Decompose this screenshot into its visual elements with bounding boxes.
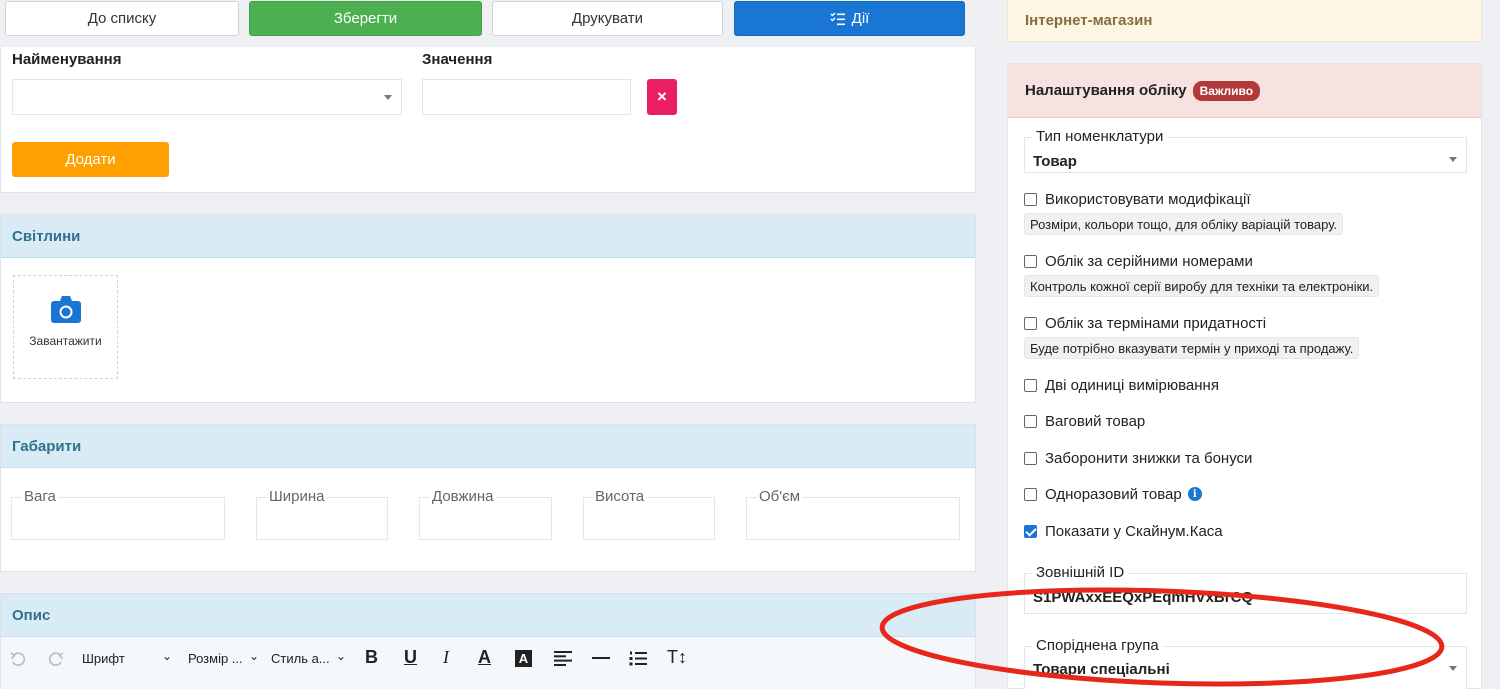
online-store-panel-title[interactable]: Інтернет-магазин [1007, 0, 1482, 42]
dimensions-title: Габарити [1, 425, 975, 468]
chevron-down-icon [384, 95, 392, 100]
camera-icon [51, 296, 81, 323]
photos-title: Світлини [1, 215, 975, 258]
underline-icon[interactable]: U [404, 647, 417, 668]
highlight-color-icon[interactable]: A [515, 650, 532, 667]
chevron-down-icon [1449, 157, 1457, 162]
value-input[interactable] [422, 79, 631, 115]
checkbox[interactable] [1024, 316, 1037, 330]
expiry-dates-checkbox[interactable]: Облік за термінами придатності [1024, 314, 1266, 332]
checklist-icon [830, 11, 845, 25]
numbered-list-icon[interactable] [629, 651, 647, 666]
photos-panel: Світлини Завантажити [0, 214, 976, 403]
align-left-icon[interactable] [554, 651, 572, 666]
checkbox[interactable] [1024, 378, 1037, 392]
undo-icon[interactable] [10, 651, 28, 667]
horizontal-line-icon[interactable] [592, 657, 610, 659]
chevron-down-icon: ⌄ [336, 649, 347, 663]
save-button[interactable]: Зберегти [249, 1, 482, 36]
accounting-settings-header: Налаштування обліку Важливо [1008, 64, 1481, 118]
disposable-product-checkbox[interactable]: Одноразовий товар i [1024, 485, 1202, 503]
upload-photo-button[interactable]: Завантажити [13, 275, 118, 379]
bold-icon[interactable]: B [365, 647, 378, 668]
description-panel: Опис [0, 593, 976, 689]
use-modifications-checkbox[interactable]: Використовувати модифікації [1024, 190, 1251, 208]
forbid-discounts-checkbox[interactable]: Заборонити знижки та бонуси [1024, 449, 1252, 467]
external-id-label: Зовнішній ID [1032, 564, 1129, 581]
close-icon: × [657, 87, 667, 106]
info-icon[interactable]: i [1187, 487, 1202, 501]
name-label: Найменування [12, 51, 122, 68]
external-id-value: S1PWAxxEEQxPEqmHVxBrCQ [1033, 589, 1254, 606]
text-size-icon[interactable]: T↕ [667, 647, 687, 668]
sidebar: Інтернет-магазин Налаштування обліку Важ… [1007, 0, 1482, 689]
serial-numbers-checkbox[interactable]: Облік за серійними номерами [1024, 252, 1253, 270]
name-select[interactable] [12, 79, 402, 115]
checkbox[interactable] [1024, 192, 1037, 206]
attributes-panel: Найменування Значення × Додати [0, 47, 976, 193]
description-title: Опис [1, 594, 975, 637]
checkbox[interactable] [1024, 524, 1037, 538]
weight-label: Вага [22, 488, 58, 505]
style-select[interactable]: Стиль а... [271, 651, 330, 666]
two-units-checkbox[interactable]: Дві одиниці вимірювання [1024, 376, 1219, 394]
related-group-value: Товари спеціальні [1033, 661, 1170, 678]
length-label: Довжина [430, 488, 496, 505]
italic-icon[interactable]: I [443, 647, 449, 668]
chevron-down-icon [1449, 666, 1457, 671]
text-color-icon[interactable]: A [478, 647, 491, 668]
weight-product-checkbox[interactable]: Ваговий товар [1024, 412, 1145, 430]
nomenclature-type-value: Товар [1033, 153, 1077, 170]
back-to-list-button[interactable]: До списку [5, 1, 239, 36]
product-form: До списку Зберегти Друкувати Дії Наймену… [0, 0, 976, 689]
width-label: Ширина [267, 488, 327, 505]
add-button[interactable]: Додати [12, 142, 169, 177]
size-select[interactable]: Розмір ... [188, 651, 243, 666]
chevron-down-icon: ⌄ [249, 649, 260, 663]
accounting-settings-title: Налаштування обліку [1025, 82, 1187, 99]
checkbox[interactable] [1024, 451, 1037, 465]
redo-icon[interactable] [46, 651, 64, 667]
upload-label: Завантажити [29, 334, 102, 348]
hint-text: Буде потрібно вказувати термін у приході… [1024, 337, 1360, 359]
volume-label: Об'єм [757, 488, 803, 505]
checkbox[interactable] [1024, 487, 1037, 501]
hint-text: Контроль кожної серії виробу для техніки… [1024, 275, 1380, 297]
nomenclature-type-label: Тип номенклатури [1032, 128, 1168, 145]
print-button[interactable]: Друкувати [492, 1, 723, 36]
important-badge: Важливо [1192, 80, 1261, 101]
hint-text: Розміри, кольори тощо, для обліку варіац… [1024, 213, 1343, 235]
related-group-label: Споріднена група [1032, 637, 1163, 654]
chevron-down-icon: ⌄ [162, 649, 173, 663]
value-label: Значення [422, 51, 493, 68]
remove-attribute-button[interactable]: × [647, 79, 677, 115]
show-in-pos-checkbox[interactable]: Показати у Скайнум.Каса [1024, 522, 1223, 540]
checkbox[interactable] [1024, 414, 1037, 428]
actions-button[interactable]: Дії [734, 1, 965, 36]
font-select[interactable]: Шрифт [82, 651, 125, 666]
checkbox[interactable] [1024, 254, 1037, 268]
height-label: Висота [593, 488, 647, 505]
